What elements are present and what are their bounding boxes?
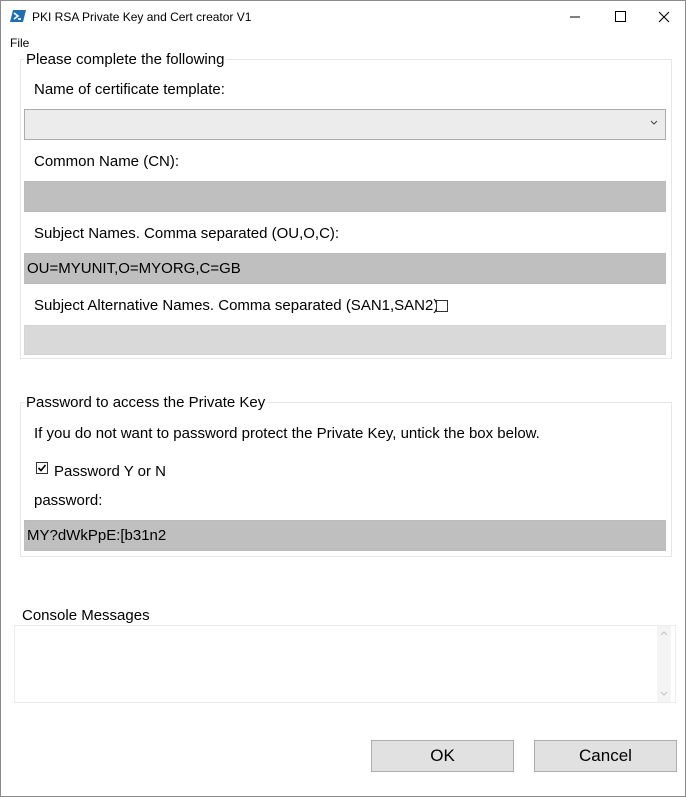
console-label: Console Messages	[22, 607, 150, 624]
cancel-button[interactable]: Cancel	[534, 740, 677, 772]
san-checkbox[interactable]	[436, 300, 448, 312]
chevron-down-icon	[650, 120, 658, 125]
template-label: Name of certificate template:	[34, 81, 225, 98]
subject-names-label: Subject Names. Comma separated (OU,O,C):	[34, 225, 340, 242]
menu-file[interactable]: File	[10, 36, 29, 50]
ok-button[interactable]: OK	[371, 740, 514, 772]
console-messages-box[interactable]	[14, 625, 676, 703]
checkmark-icon	[37, 464, 47, 472]
minimize-button[interactable]	[552, 1, 598, 33]
san-label: Subject Alternative Names. Comma separat…	[34, 297, 443, 314]
close-icon	[658, 11, 670, 23]
password-checkbox[interactable]	[36, 462, 48, 474]
password-input[interactable]: MY?dWkPpE:[b31n2	[24, 520, 666, 551]
scroll-down-icon	[660, 691, 668, 696]
console-scrollbar[interactable]	[657, 626, 671, 702]
template-select[interactable]	[24, 109, 666, 140]
password-group-legend: Password to access the Private Key	[26, 394, 266, 411]
window-title: PKI RSA Private Key and Cert creator V1	[32, 10, 252, 24]
password-label: password:	[34, 492, 103, 509]
cn-input[interactable]	[24, 181, 666, 212]
cn-label: Common Name (CN):	[34, 153, 180, 170]
scroll-up-icon	[660, 631, 668, 636]
app-window: PKI RSA Private Key and Cert creator V1 …	[0, 0, 686, 797]
title-bar: PKI RSA Private Key and Cert creator V1	[1, 1, 685, 33]
subject-names-input[interactable]: OU=MYUNIT,O=MYORG,C=GB	[24, 253, 666, 284]
password-checkbox-label[interactable]: Password Y or N	[54, 463, 166, 480]
maximize-button[interactable]	[598, 1, 644, 33]
password-info-text: If you do not want to password protect t…	[34, 425, 540, 442]
close-button[interactable]	[641, 1, 686, 33]
certificate-group-legend: Please complete the following	[26, 51, 225, 68]
san-input[interactable]	[24, 325, 666, 355]
minimize-icon	[570, 16, 580, 18]
maximize-icon	[615, 11, 626, 22]
powershell-app-icon	[10, 10, 26, 22]
